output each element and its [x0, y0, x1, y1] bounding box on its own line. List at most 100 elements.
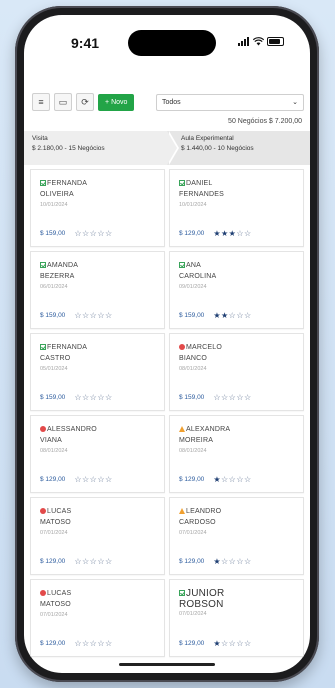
star-empty-icon[interactable]: ☆ [74, 393, 82, 402]
rating-stars[interactable]: ☆☆☆☆☆ [74, 639, 112, 648]
stage-detail: $ 1.440,00 - 10 Negócios [181, 144, 254, 152]
rating-stars[interactable]: ★☆☆☆☆ [213, 639, 251, 648]
star-filled-icon[interactable]: ★ [213, 311, 221, 320]
deal-first-name: LEANDRO [179, 507, 303, 518]
stage-arrow [167, 131, 177, 165]
first-name-text: FERNANDA [47, 180, 88, 187]
star-empty-icon[interactable]: ☆ [236, 229, 244, 238]
star-empty-icon[interactable]: ☆ [82, 557, 90, 566]
stage-visita[interactable]: Visita $ 2.180,00 - 15 Negócios [24, 131, 179, 165]
star-empty-icon[interactable]: ☆ [244, 311, 252, 320]
rating-stars[interactable]: ☆☆☆☆☆ [74, 311, 112, 320]
star-empty-icon[interactable]: ☆ [74, 229, 82, 238]
star-empty-icon[interactable]: ☆ [74, 557, 82, 566]
deal-card[interactable]: AMANDA BEZERRA 06/01/2024 $ 159,00 ☆☆☆☆☆ [30, 251, 165, 329]
star-empty-icon[interactable]: ☆ [236, 639, 244, 648]
star-empty-icon[interactable]: ☆ [105, 557, 113, 566]
deal-card[interactable]: ALEXANDRA MOREIRA 08/01/2024 $ 129,00 ★☆☆☆☆ [169, 415, 304, 493]
rating-stars[interactable]: ★☆☆☆☆ [213, 557, 251, 566]
star-empty-icon[interactable]: ☆ [74, 639, 82, 648]
first-name-text: ALEXANDRA [186, 426, 231, 433]
app-screen: 9:41 ≡ ▭ ⟳ + Novo Todos ⌄ 50 Negócios $ 7.… [24, 15, 310, 673]
star-filled-icon[interactable]: ★ [221, 311, 229, 320]
star-empty-icon[interactable]: ☆ [97, 557, 105, 566]
deal-card[interactable]: MARCELO BIANCO 08/01/2024 $ 159,00 ☆☆☆☆☆ [169, 333, 304, 411]
star-empty-icon[interactable]: ☆ [221, 393, 229, 402]
star-filled-icon[interactable]: ★ [213, 557, 221, 566]
star-empty-icon[interactable]: ☆ [82, 475, 90, 484]
star-empty-icon[interactable]: ☆ [82, 311, 90, 320]
star-empty-icon[interactable]: ☆ [105, 229, 113, 238]
star-empty-icon[interactable]: ☆ [97, 229, 105, 238]
star-empty-icon[interactable]: ☆ [105, 311, 113, 320]
home-indicator [119, 663, 215, 666]
star-empty-icon[interactable]: ☆ [236, 311, 244, 320]
star-empty-icon[interactable]: ☆ [221, 475, 229, 484]
star-filled-icon[interactable]: ★ [213, 475, 221, 484]
star-empty-icon[interactable]: ☆ [97, 475, 105, 484]
deal-card[interactable]: FERNANDA OLIVEIRA 10/01/2024 $ 159,00 ☆☆☆☆☆ [30, 169, 165, 247]
rating-stars[interactable]: ☆☆☆☆☆ [74, 557, 112, 566]
star-empty-icon[interactable]: ☆ [236, 475, 244, 484]
rating-stars[interactable]: ★★☆☆☆ [213, 311, 251, 320]
star-empty-icon[interactable]: ☆ [82, 229, 90, 238]
deal-card[interactable]: FERNANDA CASTRO 05/01/2024 $ 159,00 ☆☆☆☆☆ [30, 333, 165, 411]
first-name-text: FERNANDA [47, 344, 88, 351]
alert-icon [40, 508, 46, 515]
star-empty-icon[interactable]: ☆ [105, 639, 113, 648]
deal-card[interactable]: ALESSANDRO VIANA 08/01/2024 $ 129,00 ☆☆☆☆☆ [30, 415, 165, 493]
rating-stars[interactable]: ☆☆☆☆☆ [74, 475, 112, 484]
star-empty-icon[interactable]: ☆ [221, 639, 229, 648]
star-filled-icon[interactable]: ★ [213, 229, 221, 238]
rating-stars[interactable]: ☆☆☆☆☆ [213, 393, 251, 402]
star-empty-icon[interactable]: ☆ [74, 311, 82, 320]
rating-stars[interactable]: ☆☆☆☆☆ [74, 393, 112, 402]
stage-aula-experimental[interactable]: Aula Experimental $ 1.440,00 - 10 Negóci… [167, 131, 310, 165]
star-empty-icon[interactable]: ☆ [236, 393, 244, 402]
deal-last-name: MOREIRA [179, 436, 214, 444]
star-empty-icon[interactable]: ☆ [97, 311, 105, 320]
star-empty-icon[interactable]: ☆ [82, 639, 90, 648]
star-empty-icon[interactable]: ☆ [82, 393, 90, 402]
star-empty-icon[interactable]: ☆ [244, 475, 252, 484]
deal-footer: $ 129,00 ★☆☆☆☆ [179, 475, 252, 484]
star-filled-icon[interactable]: ★ [221, 229, 229, 238]
deal-card[interactable]: DANIEL FERNANDES 10/01/2024 $ 129,00 ★★★☆☆ [169, 169, 304, 247]
refresh-icon[interactable]: ⟳ [76, 93, 94, 111]
deal-card[interactable]: LEANDRO CARDOSO 07/01/2024 $ 129,00 ★☆☆☆☆ [169, 497, 304, 575]
rating-stars[interactable]: ★★★☆☆ [213, 229, 251, 238]
star-empty-icon[interactable]: ☆ [244, 229, 252, 238]
first-name-text: ANA [186, 262, 201, 269]
star-empty-icon[interactable]: ☆ [244, 639, 252, 648]
deal-card[interactable]: ANA CAROLINA 09/01/2024 $ 159,00 ★★☆☆☆ [169, 251, 304, 329]
star-empty-icon[interactable]: ☆ [221, 557, 229, 566]
stage-title: Visita [32, 135, 48, 142]
deal-footer: $ 159,00 ☆☆☆☆☆ [40, 393, 113, 402]
rating-stars[interactable]: ★☆☆☆☆ [213, 475, 251, 484]
star-empty-icon[interactable]: ☆ [97, 393, 105, 402]
filter-select[interactable]: Todos ⌄ [156, 93, 304, 111]
star-empty-icon[interactable]: ☆ [97, 639, 105, 648]
star-empty-icon[interactable]: ☆ [244, 557, 252, 566]
star-empty-icon[interactable]: ☆ [244, 393, 252, 402]
star-empty-icon[interactable]: ☆ [105, 475, 113, 484]
star-empty-icon[interactable]: ☆ [236, 557, 244, 566]
menu-icon[interactable]: ≡ [32, 93, 50, 111]
deal-card[interactable]: JUNIOR ROBSON 07/01/2024 $ 129,00 ★☆☆☆☆ [169, 579, 304, 657]
alert-icon [179, 344, 185, 351]
warning-icon [179, 426, 185, 433]
deal-first-name: MARCELO [179, 343, 303, 354]
deal-card[interactable]: LUCAS MATOSO 07/01/2024 $ 129,00 ☆☆☆☆☆ [30, 497, 165, 575]
star-empty-icon[interactable]: ☆ [213, 393, 221, 402]
star-empty-icon[interactable]: ☆ [74, 475, 82, 484]
chevron-down-icon: ⌄ [292, 99, 298, 106]
star-filled-icon[interactable]: ★ [213, 639, 221, 648]
new-deal-button[interactable]: + Novo [98, 93, 135, 111]
star-empty-icon[interactable]: ☆ [105, 393, 113, 402]
window-icon[interactable]: ▭ [54, 93, 72, 111]
deal-date: 05/01/2024 [40, 365, 68, 372]
deal-last-name: BEZERRA [40, 272, 75, 280]
stage-detail: $ 2.180,00 - 15 Negócios [32, 144, 105, 152]
deal-card[interactable]: LUCAS MATOSO 07/01/2024 $ 129,00 ☆☆☆☆☆ [30, 579, 165, 657]
rating-stars[interactable]: ☆☆☆☆☆ [74, 229, 112, 238]
